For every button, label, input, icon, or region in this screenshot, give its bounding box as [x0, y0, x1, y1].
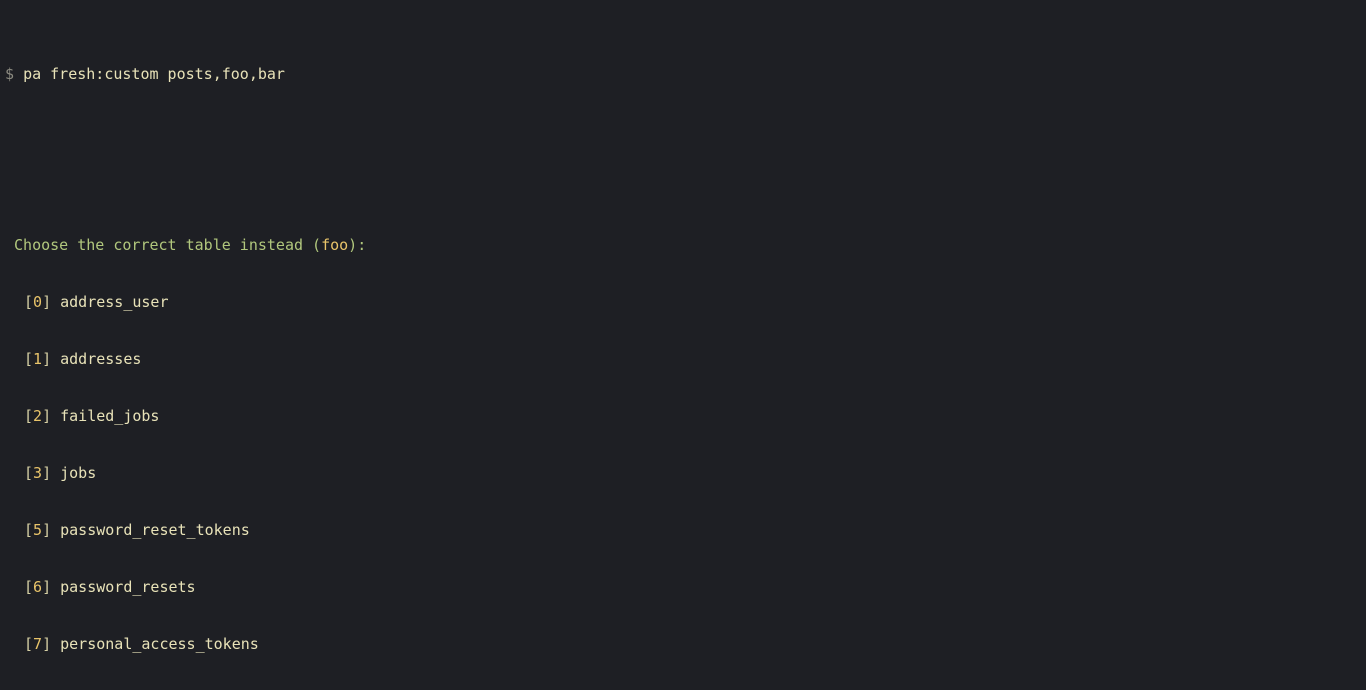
command-line: $ pa fresh:custom posts,foo,bar: [5, 65, 1361, 84]
prompt-symbol: $: [5, 65, 14, 83]
choose-header: Choose the correct table instead (foo):: [5, 236, 1361, 255]
option-row: [6] password_resets: [5, 578, 1361, 597]
option-row: [7] personal_access_tokens: [5, 635, 1361, 654]
option-row: [5] password_reset_tokens: [5, 521, 1361, 540]
option-row: [1] addresses: [5, 350, 1361, 369]
option-row: [2] failed_jobs: [5, 407, 1361, 426]
terminal-output: $ pa fresh:custom posts,foo,bar Choose t…: [0, 0, 1366, 690]
option-row: [0] address_user: [5, 293, 1361, 312]
command-text: pa fresh:custom posts,foo,bar: [23, 65, 285, 83]
blank-line: [5, 141, 1361, 160]
option-row: [3] jobs: [5, 464, 1361, 483]
